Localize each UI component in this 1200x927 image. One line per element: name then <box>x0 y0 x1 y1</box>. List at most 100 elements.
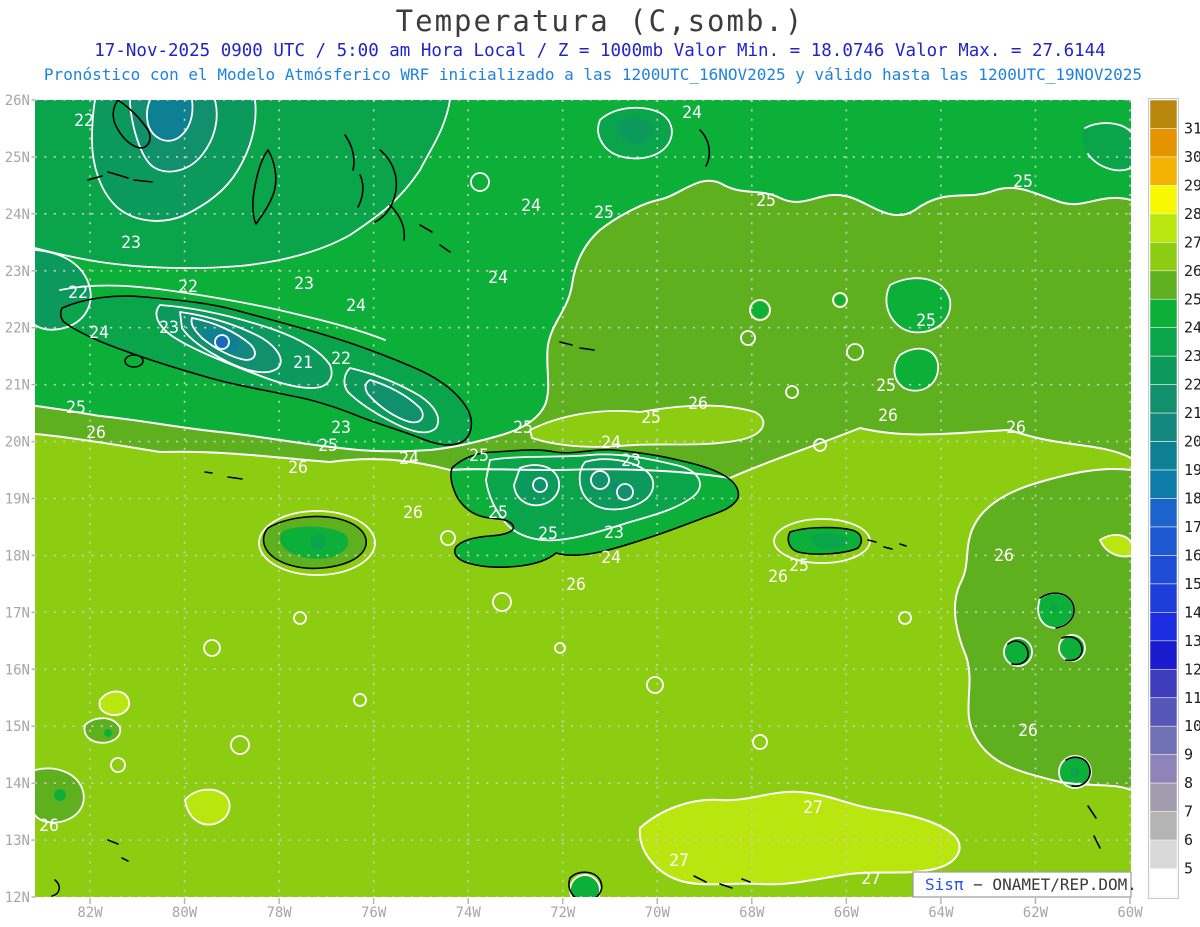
hispaniola-cold-dot <box>618 485 632 499</box>
contour-label: 23 <box>621 451 641 470</box>
lat-tick-label: 12N <box>5 890 30 906</box>
colorbar-segment <box>1149 839 1178 869</box>
lon-tick-label: 78W <box>266 905 292 921</box>
colorbar-label: 23 <box>1184 347 1200 365</box>
lon-tick-label: 62W <box>1023 905 1049 921</box>
model-run-line: Pronóstico con el Modelo Atmósferico WRF… <box>44 65 1142 84</box>
contour-label: 23 <box>604 523 624 542</box>
hispaniola-cold-dot <box>534 479 546 491</box>
contour-label: 25 <box>594 203 614 222</box>
contour-label: 25 <box>756 191 776 210</box>
colorbar-segment <box>1149 412 1178 442</box>
contour-label: 24 <box>682 103 702 122</box>
lat-tick-label: 21N <box>5 378 30 394</box>
contour-label: 22 <box>74 111 94 130</box>
contour-label: 26 <box>39 816 59 835</box>
contour-label: 25 <box>641 408 661 427</box>
contour-label: 26 <box>1006 418 1026 437</box>
contour-label: 27 <box>861 869 881 888</box>
contour-label: 26 <box>566 575 586 594</box>
colorbar-segment <box>1149 782 1178 812</box>
colorbar-segment <box>1149 526 1178 556</box>
lon-tick-label: 60W <box>1117 905 1143 921</box>
colorbar-label: 24 <box>1184 319 1200 337</box>
green-dot <box>1070 767 1080 777</box>
colorbar-label: 10 <box>1184 717 1200 735</box>
colorbar-segment <box>1149 298 1178 329</box>
colorbar-segment <box>1149 185 1178 215</box>
contour-label: 23 <box>159 318 179 337</box>
green-dot <box>104 729 112 737</box>
longitude-axis: 82W 80W 78W 76W 74W 72W 70W 68W 66W 64W 62W 60W <box>77 898 1143 921</box>
contour-label: 24 <box>399 449 419 468</box>
green-dot <box>835 295 845 305</box>
band-25-26-southeast <box>954 468 1131 790</box>
latitude-axis: 26N 25N 24N 23N 22N 21N 20N 19N 18N 17N 16N 15N 14N 1… <box>5 93 37 906</box>
lat-tick-label: 25N <box>5 150 30 166</box>
colorbar-label: 15 <box>1184 575 1200 593</box>
green-dot <box>54 789 66 801</box>
colorbar-label: 21 <box>1184 404 1200 422</box>
lat-tick-label: 20N <box>5 435 30 451</box>
lat-tick-label: 26N <box>5 93 30 109</box>
contour-label: 26 <box>688 394 708 413</box>
contour-label: 26 <box>1018 721 1038 740</box>
jamaica-cool-dot <box>310 534 326 550</box>
colorbar-segment <box>1149 754 1178 784</box>
green-dot <box>752 302 768 318</box>
lon-tick-label: 68W <box>739 905 765 921</box>
colorbar-segment <box>1149 498 1178 528</box>
contour-label: 27 <box>803 798 823 817</box>
colorbar-segment <box>1149 327 1178 357</box>
valid-time-line: 17-Nov-2025 0900 UTC / 5:00 am Hora Loca… <box>94 41 1105 61</box>
colorbar-label: 14 <box>1184 603 1200 621</box>
colorbar-label: 17 <box>1184 518 1200 536</box>
contour-label: 26 <box>86 423 106 442</box>
colorbar-segment <box>1149 128 1178 158</box>
lat-tick-label: 14N <box>5 776 30 792</box>
lat-tick-label: 22N <box>5 321 30 337</box>
credit-brand: Sisπ <box>925 875 964 894</box>
green-blob <box>571 876 599 897</box>
contour-label: 22 <box>68 283 88 302</box>
colorbar-segment <box>1149 384 1178 414</box>
contour-label: 25 <box>513 418 533 437</box>
contour-label: 24 <box>601 548 621 567</box>
contour-label: 26 <box>878 406 898 425</box>
colorbar-segment <box>1149 355 1178 385</box>
contour-label: 25 <box>469 446 489 465</box>
contour-label: 22 <box>331 349 351 368</box>
lat-tick-label: 13N <box>5 833 30 849</box>
colorbar-segment <box>1149 469 1178 499</box>
colorbar-segment <box>1149 697 1178 727</box>
credit-box: Sisπ − ONAMET/REP.DOM. <box>912 871 1137 898</box>
contour-label: 23 <box>121 233 141 252</box>
contour-label: 24 <box>346 296 366 315</box>
colorbar-segment <box>1149 640 1178 670</box>
temperature-colorbar: 31 30 29 28 27 26 25 24 23 22 21 20 19 18 17 16 15 14 13 12… <box>1148 98 1200 899</box>
colorbar-segment <box>1149 441 1178 471</box>
lon-tick-label: 64W <box>928 905 954 921</box>
lat-tick-label: 24N <box>5 207 30 223</box>
green-dot <box>1050 604 1058 612</box>
colorbar-segment <box>1149 612 1178 642</box>
colorbar-segment <box>1149 668 1178 699</box>
weather-map-page: Temperatura (C,somb.) 17-Nov-2025 0900 U… <box>0 0 1200 927</box>
lon-tick-label: 66W <box>834 905 860 921</box>
colorbar-segment <box>1149 156 1178 186</box>
colorbar-segment <box>1149 811 1178 841</box>
colorbar-segment <box>1149 213 1178 243</box>
colorbar-label: 27 <box>1184 233 1200 251</box>
contour-label: 25 <box>488 503 508 522</box>
colorbar-label: 6 <box>1184 831 1193 849</box>
colorbar-segment <box>1149 583 1178 613</box>
map-header: Temperatura (C,somb.) 17-Nov-2025 0900 U… <box>44 4 1142 84</box>
colorbar-label: 8 <box>1184 774 1193 792</box>
contour-label: 25 <box>876 376 896 395</box>
colorbar-segment <box>1149 270 1178 300</box>
colorbar-label: 19 <box>1184 461 1200 479</box>
lat-tick-label: 16N <box>5 662 30 678</box>
colorbar-label: 18 <box>1184 490 1200 508</box>
colorbar-segment <box>1149 868 1178 898</box>
colorbar-segment <box>1149 99 1178 129</box>
